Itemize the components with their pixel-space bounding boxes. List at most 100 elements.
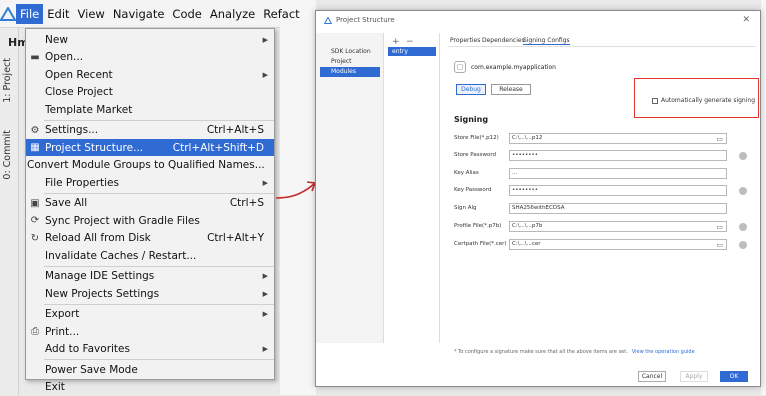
auto-sign-checkbox[interactable]: Automatically generate signing bbox=[652, 97, 755, 104]
apply-button[interactable]: Apply bbox=[680, 371, 708, 382]
signing-field-row: Key Alias... bbox=[454, 168, 754, 180]
tab-dependencies[interactable]: Dependencies bbox=[482, 37, 525, 44]
release-button[interactable]: Release bbox=[491, 84, 531, 95]
tab-commit[interactable]: 0: Commit bbox=[2, 130, 13, 180]
menu-item-label: Settings... bbox=[45, 124, 99, 136]
file-menu-item[interactable]: ▬ Open... bbox=[26, 49, 274, 66]
tab-properties[interactable]: Properties bbox=[450, 37, 480, 44]
file-menu-item[interactable]: Invalidate Caches / Restart... bbox=[26, 247, 274, 264]
folder-icon: ▬ bbox=[30, 51, 40, 63]
file-menu-item[interactable]: ⚙ Settings... Ctrl+Alt+S bbox=[26, 122, 274, 139]
file-menu-item[interactable]: Exit bbox=[26, 379, 274, 396]
file-menu-item[interactable]: New Projects Settings ▶ bbox=[26, 285, 274, 302]
submenu-arrow-icon: ▶ bbox=[262, 178, 268, 187]
folder-icon[interactable]: ▭ bbox=[716, 135, 723, 143]
submenu-arrow-icon: ▶ bbox=[262, 289, 268, 298]
folder-icon[interactable]: ▭ bbox=[716, 223, 723, 231]
field-label: Key Alias bbox=[454, 170, 479, 176]
checkbox-icon[interactable] bbox=[652, 97, 658, 104]
menu-item-shortcut: Ctrl+Alt+S bbox=[206, 124, 264, 136]
note-text: * To configure a signature make sure tha… bbox=[454, 349, 628, 355]
field-input[interactable]: C:\...\...p7b ▭ bbox=[509, 221, 727, 232]
field-input[interactable]: •••••••• bbox=[509, 150, 727, 161]
file-menu-item[interactable]: File Properties ▶ bbox=[26, 174, 274, 191]
cancel-button[interactable]: Cancel bbox=[638, 371, 666, 382]
tab-signing-configs[interactable]: Signing Configs bbox=[523, 37, 570, 45]
field-label: Certpath File(*.cer) bbox=[454, 241, 507, 247]
menu-item-label: Print... bbox=[45, 325, 80, 338]
file-menu-item[interactable]: ⟳ Sync Project with Gradle Files bbox=[26, 212, 274, 229]
menu-separator bbox=[44, 192, 274, 194]
print-icon: ⎙ bbox=[31, 326, 39, 337]
file-menu-item[interactable]: Add to Favorites ▶ bbox=[26, 341, 274, 358]
submenu-arrow-icon: ▶ bbox=[262, 70, 268, 79]
file-menu-item[interactable]: Export ▶ bbox=[26, 306, 274, 323]
app-name: com.example.myapplication bbox=[471, 64, 556, 71]
menu-separator bbox=[44, 265, 274, 267]
sync-icon: ⟳ bbox=[30, 215, 40, 226]
file-menu-item[interactable]: ⎙ Print... bbox=[26, 323, 274, 340]
sidebar-item-sdk[interactable]: SDK Location bbox=[320, 47, 380, 57]
field-label: Key Password bbox=[454, 187, 492, 193]
field-input[interactable]: SHA256withECDSA bbox=[509, 203, 727, 214]
file-menu-item[interactable]: Manage IDE Settings ▶ bbox=[26, 268, 274, 285]
add-icon[interactable]: + bbox=[392, 37, 400, 47]
file-menu: New ▶ ▬ Open... Open Recent ▶ Close Project Tem… bbox=[25, 28, 275, 393]
file-menu-item[interactable]: ▣ Save All Ctrl+S bbox=[26, 195, 274, 212]
menu-item-label: Manage IDE Settings bbox=[45, 270, 155, 282]
menu-item-shortcut: Ctrl+Alt+Y bbox=[207, 232, 264, 244]
left-tool-strip: 1: Project 0: Commit bbox=[0, 28, 19, 395]
structure-icon: ▦ bbox=[30, 142, 40, 153]
file-menu-item[interactable]: Convert Module Groups to Qualified Names… bbox=[26, 157, 274, 174]
field-input[interactable]: •••••••• bbox=[509, 185, 727, 196]
folder-icon[interactable]: ▭ bbox=[716, 241, 723, 249]
menu-refactor[interactable]: Refact bbox=[259, 4, 303, 24]
reload-icon: ↻ bbox=[30, 232, 40, 244]
sidebar-item-project[interactable]: Project bbox=[320, 57, 380, 67]
ok-button[interactable]: OK bbox=[720, 371, 748, 382]
operation-guide-link[interactable]: View the operation guide bbox=[632, 349, 695, 355]
menu-analyze[interactable]: Analyze bbox=[206, 4, 259, 24]
debug-button[interactable]: Debug bbox=[456, 84, 486, 95]
signing-heading: Signing bbox=[454, 115, 489, 124]
remove-icon[interactable]: − bbox=[406, 37, 414, 47]
module-entry[interactable]: entry bbox=[388, 47, 436, 56]
save-icon: ▣ bbox=[30, 197, 40, 209]
submenu-arrow-icon: ▶ bbox=[262, 272, 268, 280]
submenu-arrow-icon: ▶ bbox=[262, 310, 268, 318]
tab-divider bbox=[448, 46, 756, 47]
menu-separator bbox=[44, 359, 274, 360]
field-input[interactable]: C:\...\...cer ▭ bbox=[509, 239, 727, 250]
file-menu-item[interactable]: ↻ Reload All from Disk Ctrl+Alt+Y bbox=[26, 230, 274, 247]
file-menu-item[interactable]: Open Recent ▶ bbox=[26, 66, 274, 83]
menu-code[interactable]: Code bbox=[168, 4, 205, 24]
auto-sign-label: Automatically generate signing bbox=[661, 97, 756, 104]
help-icon[interactable] bbox=[739, 241, 747, 249]
help-icon[interactable] bbox=[739, 187, 747, 195]
field-label: Store File(*.p12) bbox=[454, 135, 499, 141]
app-logo-icon bbox=[0, 0, 16, 28]
project-structure-dialog: Project Structure ✕ SDK Location Project… bbox=[315, 10, 761, 387]
sidebar-item-modules[interactable]: Modules bbox=[320, 67, 380, 77]
close-icon[interactable]: ✕ bbox=[742, 15, 750, 25]
menu-file[interactable]: File bbox=[16, 3, 44, 24]
file-menu-item[interactable]: ▦ Project Structure... Ctrl+Alt+Shift+D bbox=[26, 139, 274, 156]
menu-item-label: Power Save Mode bbox=[45, 363, 138, 376]
menu-item-label: Open... bbox=[45, 51, 84, 63]
dialog-logo-icon bbox=[324, 16, 332, 24]
field-input[interactable]: C:\...\...p12 ▭ bbox=[509, 133, 727, 144]
file-menu-item[interactable]: Power Save Mode bbox=[26, 361, 274, 378]
help-icon[interactable] bbox=[739, 152, 747, 160]
menu-item-label: New bbox=[45, 33, 68, 46]
menu-item-label: Invalidate Caches / Restart... bbox=[45, 249, 197, 262]
field-input[interactable]: ... bbox=[509, 168, 727, 179]
menu-edit[interactable]: Edit bbox=[43, 4, 73, 24]
menu-view[interactable]: View bbox=[74, 4, 109, 24]
menu-navigate[interactable]: Navigate bbox=[109, 4, 169, 24]
file-menu-item[interactable]: Close Project bbox=[26, 84, 274, 101]
file-menu-item[interactable]: New ▶ bbox=[26, 31, 274, 48]
help-icon[interactable] bbox=[739, 223, 747, 231]
file-menu-item[interactable]: Template Market bbox=[26, 101, 274, 118]
dialog-sidebar: SDK Location Project Modules bbox=[316, 33, 384, 343]
tab-project[interactable]: 1: Project bbox=[2, 58, 13, 103]
